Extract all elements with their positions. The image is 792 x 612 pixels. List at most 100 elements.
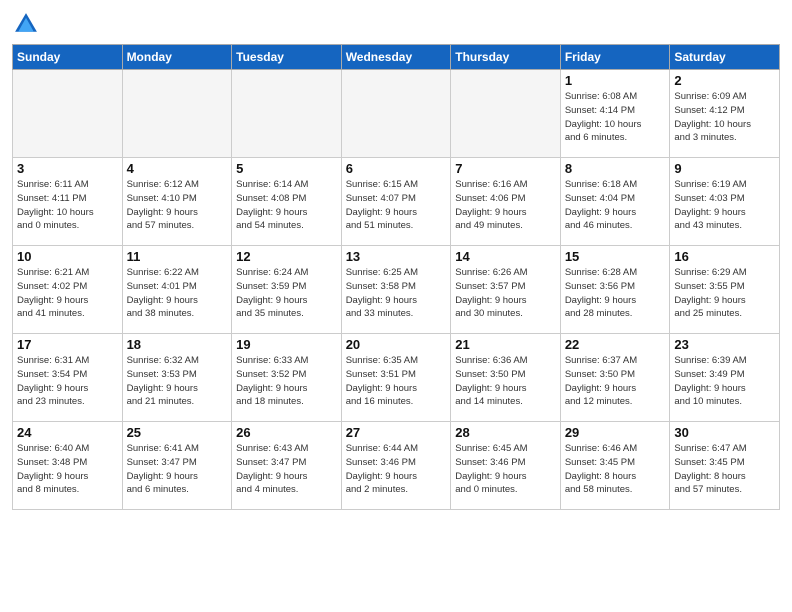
- day-number: 5: [236, 161, 337, 176]
- calendar-cell: [341, 70, 451, 158]
- weekday-header-sunday: Sunday: [13, 45, 123, 70]
- calendar-cell: 24 Sunrise: 6:40 AM Sunset: 3:48 PM Dayli…: [13, 422, 123, 510]
- day-info: Sunrise: 6:21 AM Sunset: 4:02 PM Dayligh…: [17, 266, 118, 321]
- calendar-cell: 30 Sunrise: 6:47 AM Sunset: 3:45 PM Dayli…: [670, 422, 780, 510]
- week-row-3: 17 Sunrise: 6:31 AM Sunset: 3:54 PM Dayli…: [13, 334, 780, 422]
- day-number: 17: [17, 337, 118, 352]
- day-number: 10: [17, 249, 118, 264]
- weekday-header-friday: Friday: [560, 45, 670, 70]
- calendar-cell: 18 Sunrise: 6:32 AM Sunset: 3:53 PM Dayli…: [122, 334, 232, 422]
- day-info: Sunrise: 6:35 AM Sunset: 3:51 PM Dayligh…: [346, 354, 447, 409]
- day-info: Sunrise: 6:29 AM Sunset: 3:55 PM Dayligh…: [674, 266, 775, 321]
- day-info: Sunrise: 6:11 AM Sunset: 4:11 PM Dayligh…: [17, 178, 118, 233]
- day-info: Sunrise: 6:26 AM Sunset: 3:57 PM Dayligh…: [455, 266, 556, 321]
- day-info: Sunrise: 6:24 AM Sunset: 3:59 PM Dayligh…: [236, 266, 337, 321]
- day-number: 15: [565, 249, 666, 264]
- calendar-cell: 19Sunrise: 6:33 AM Sunset: 3:52 PM Dayli…: [232, 334, 342, 422]
- weekday-header-wednesday: Wednesday: [341, 45, 451, 70]
- calendar-cell: 8 Sunrise: 6:18 AM Sunset: 4:04 PM Daylig…: [560, 158, 670, 246]
- day-number: 30: [674, 425, 775, 440]
- calendar-cell: 6 Sunrise: 6:15 AM Sunset: 4:07 PM Daylig…: [341, 158, 451, 246]
- day-number: 1: [565, 73, 666, 88]
- day-info: Sunrise: 6:44 AM Sunset: 3:46 PM Dayligh…: [346, 442, 447, 497]
- day-info: Sunrise: 6:47 AM Sunset: 3:45 PM Dayligh…: [674, 442, 775, 497]
- weekday-header-monday: Monday: [122, 45, 232, 70]
- day-number: 2: [674, 73, 775, 88]
- calendar-cell: 15 Sunrise: 6:28 AM Sunset: 3:56 PM Dayli…: [560, 246, 670, 334]
- day-info: Sunrise: 6:14 AM Sunset: 4:08 PM Dayligh…: [236, 178, 337, 233]
- calendar-cell: 26 Sunrise: 6:43 AM Sunset: 3:47 PM Dayli…: [232, 422, 342, 510]
- day-number: 24: [17, 425, 118, 440]
- day-info: Sunrise: 6:22 AM Sunset: 4:01 PM Dayligh…: [127, 266, 228, 321]
- day-number: 20: [346, 337, 447, 352]
- day-info: Sunrise: 6:46 AM Sunset: 3:45 PM Dayligh…: [565, 442, 666, 497]
- logo-icon: [12, 10, 40, 38]
- calendar-cell: 4 Sunrise: 6:12 AM Sunset: 4:10 PM Daylig…: [122, 158, 232, 246]
- week-row-4: 24 Sunrise: 6:40 AM Sunset: 3:48 PM Dayli…: [13, 422, 780, 510]
- calendar-cell: 12 Sunrise: 6:24 AM Sunset: 3:59 PM Dayli…: [232, 246, 342, 334]
- day-info: Sunrise: 6:39 AM Sunset: 3:49 PM Dayligh…: [674, 354, 775, 409]
- day-number: 23: [674, 337, 775, 352]
- logo: [12, 10, 44, 38]
- day-info: Sunrise: 6:41 AM Sunset: 3:47 PM Dayligh…: [127, 442, 228, 497]
- calendar-cell: 3 Sunrise: 6:11 AM Sunset: 4:11 PM Daylig…: [13, 158, 123, 246]
- day-number: 6: [346, 161, 447, 176]
- day-number: 21: [455, 337, 556, 352]
- day-info: Sunrise: 6:12 AM Sunset: 4:10 PM Dayligh…: [127, 178, 228, 233]
- weekday-header-thursday: Thursday: [451, 45, 561, 70]
- day-info: Sunrise: 6:15 AM Sunset: 4:07 PM Dayligh…: [346, 178, 447, 233]
- calendar-cell: [122, 70, 232, 158]
- calendar-cell: [451, 70, 561, 158]
- calendar-cell: 7Sunrise: 6:16 AM Sunset: 4:06 PM Daylig…: [451, 158, 561, 246]
- day-info: Sunrise: 6:18 AM Sunset: 4:04 PM Dayligh…: [565, 178, 666, 233]
- day-number: 12: [236, 249, 337, 264]
- calendar-cell: 5 Sunrise: 6:14 AM Sunset: 4:08 PM Daylig…: [232, 158, 342, 246]
- day-number: 28: [455, 425, 556, 440]
- calendar-cell: 22Sunrise: 6:37 AM Sunset: 3:50 PM Dayli…: [560, 334, 670, 422]
- day-number: 11: [127, 249, 228, 264]
- calendar-cell: 10 Sunrise: 6:21 AM Sunset: 4:02 PM Dayli…: [13, 246, 123, 334]
- day-info: Sunrise: 6:19 AM Sunset: 4:03 PM Dayligh…: [674, 178, 775, 233]
- day-number: 9: [674, 161, 775, 176]
- calendar-cell: 17 Sunrise: 6:31 AM Sunset: 3:54 PM Dayli…: [13, 334, 123, 422]
- day-info: Sunrise: 6:31 AM Sunset: 3:54 PM Dayligh…: [17, 354, 118, 409]
- day-info: Sunrise: 6:33 AM Sunset: 3:52 PM Dayligh…: [236, 354, 337, 409]
- day-info: Sunrise: 6:28 AM Sunset: 3:56 PM Dayligh…: [565, 266, 666, 321]
- day-number: 26: [236, 425, 337, 440]
- calendar-cell: 20 Sunrise: 6:35 AM Sunset: 3:51 PM Dayli…: [341, 334, 451, 422]
- day-info: Sunrise: 6:43 AM Sunset: 3:47 PM Dayligh…: [236, 442, 337, 497]
- calendar-cell: 2 Sunrise: 6:09 AM Sunset: 4:12 PM Daylig…: [670, 70, 780, 158]
- day-number: 18: [127, 337, 228, 352]
- day-info: Sunrise: 6:08 AM Sunset: 4:14 PM Dayligh…: [565, 90, 666, 145]
- day-number: 7: [455, 161, 556, 176]
- weekday-header-tuesday: Tuesday: [232, 45, 342, 70]
- day-number: 27: [346, 425, 447, 440]
- day-info: Sunrise: 6:09 AM Sunset: 4:12 PM Dayligh…: [674, 90, 775, 145]
- day-number: 8: [565, 161, 666, 176]
- page: SundayMondayTuesdayWednesdayThursdayFrid…: [0, 0, 792, 612]
- day-info: Sunrise: 6:40 AM Sunset: 3:48 PM Dayligh…: [17, 442, 118, 497]
- calendar-cell: [13, 70, 123, 158]
- day-number: 29: [565, 425, 666, 440]
- day-info: Sunrise: 6:36 AM Sunset: 3:50 PM Dayligh…: [455, 354, 556, 409]
- day-number: 3: [17, 161, 118, 176]
- day-info: Sunrise: 6:32 AM Sunset: 3:53 PM Dayligh…: [127, 354, 228, 409]
- day-number: 14: [455, 249, 556, 264]
- week-row-1: 3 Sunrise: 6:11 AM Sunset: 4:11 PM Daylig…: [13, 158, 780, 246]
- calendar-cell: 29 Sunrise: 6:46 AM Sunset: 3:45 PM Dayli…: [560, 422, 670, 510]
- calendar-cell: 23 Sunrise: 6:39 AM Sunset: 3:49 PM Dayli…: [670, 334, 780, 422]
- calendar-table: SundayMondayTuesdayWednesdayThursdayFrid…: [12, 44, 780, 510]
- day-info: Sunrise: 6:45 AM Sunset: 3:46 PM Dayligh…: [455, 442, 556, 497]
- day-number: 16: [674, 249, 775, 264]
- day-info: Sunrise: 6:25 AM Sunset: 3:58 PM Dayligh…: [346, 266, 447, 321]
- calendar-cell: 11 Sunrise: 6:22 AM Sunset: 4:01 PM Dayli…: [122, 246, 232, 334]
- calendar-cell: 16 Sunrise: 6:29 AM Sunset: 3:55 PM Dayli…: [670, 246, 780, 334]
- calendar-cell: 14 Sunrise: 6:26 AM Sunset: 3:57 PM Dayli…: [451, 246, 561, 334]
- day-number: 4: [127, 161, 228, 176]
- calendar-cell: 27 Sunrise: 6:44 AM Sunset: 3:46 PM Dayli…: [341, 422, 451, 510]
- calendar-cell: 21 Sunrise: 6:36 AM Sunset: 3:50 PM Dayli…: [451, 334, 561, 422]
- calendar-cell: 25Sunrise: 6:41 AM Sunset: 3:47 PM Dayli…: [122, 422, 232, 510]
- day-number: 13: [346, 249, 447, 264]
- header: [12, 10, 780, 38]
- calendar-cell: [232, 70, 342, 158]
